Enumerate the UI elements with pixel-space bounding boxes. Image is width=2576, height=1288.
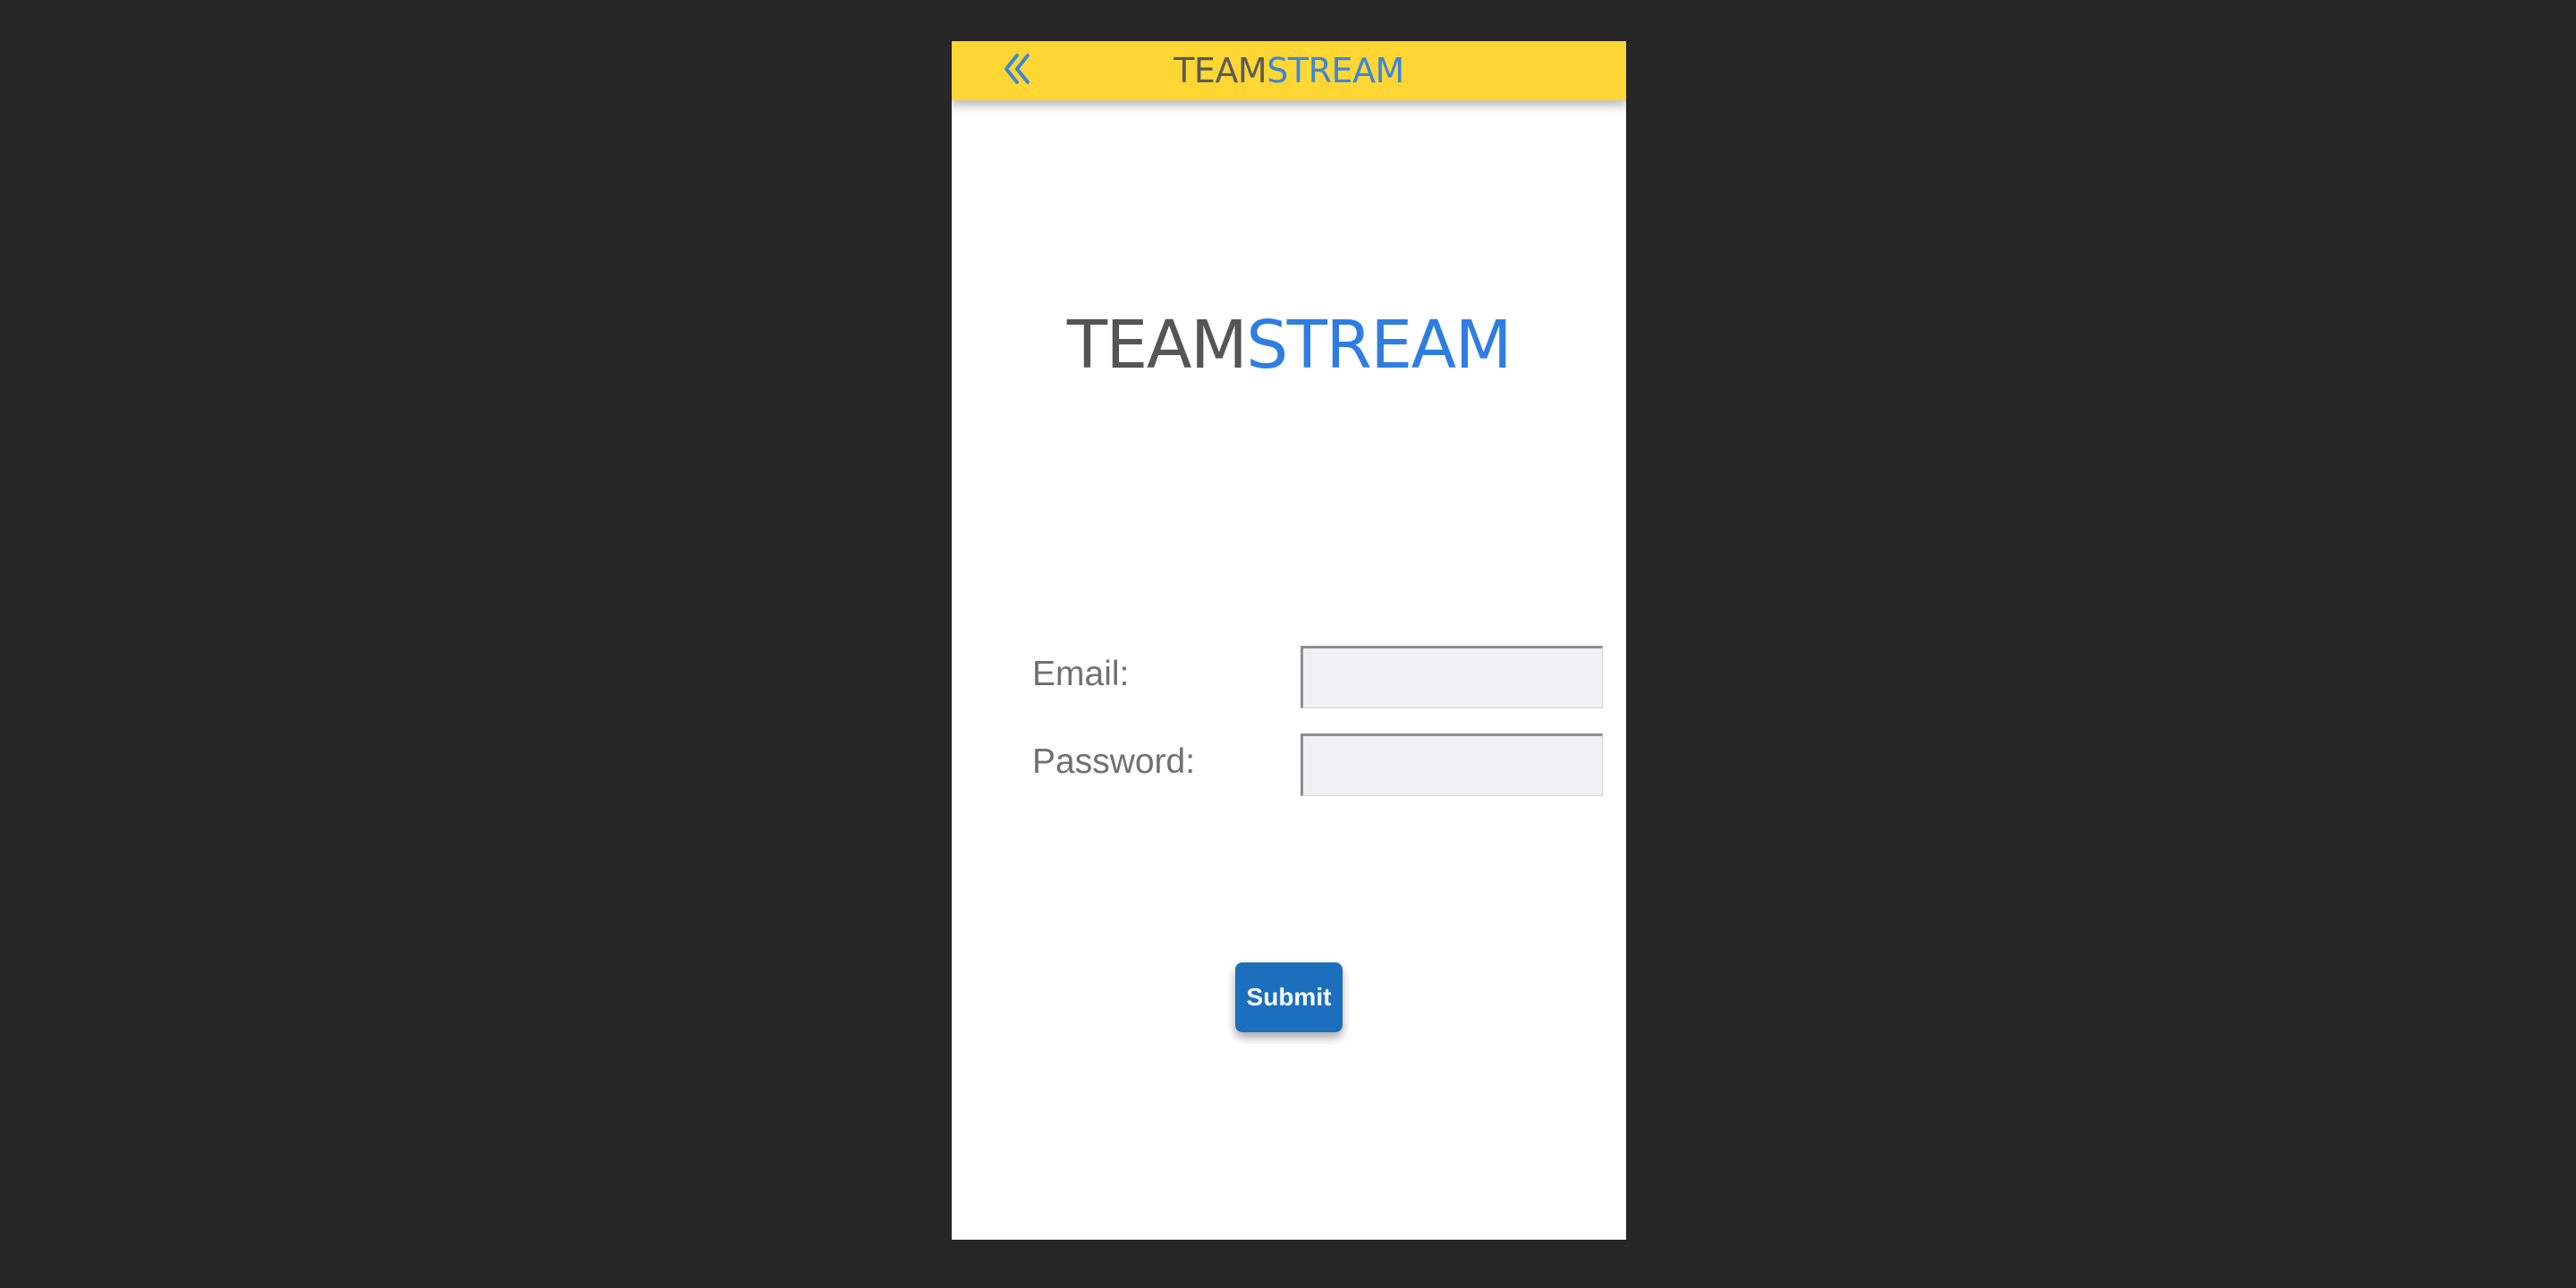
header-brand-stream: STREAM — [1267, 51, 1404, 90]
main-logo: TEAM STREAM — [952, 301, 1626, 390]
password-row: Password: — [1032, 733, 1605, 809]
header-brand-team: TEAM — [1174, 51, 1267, 90]
app-header: TEAM STREAM — [952, 41, 1626, 100]
page-background: TEAM STREAM TEAM STREAM Email: Password: S… — [0, 0, 2576, 1288]
email-field[interactable] — [1301, 646, 1603, 708]
logo-stream: STREAM — [1246, 307, 1512, 384]
app-screen: TEAM STREAM TEAM STREAM Email: Password: S… — [952, 41, 1626, 1240]
submit-button[interactable]: Submit — [1235, 962, 1343, 1032]
logo-team: TEAM — [1066, 307, 1248, 384]
email-label: Email: — [1032, 655, 1130, 693]
header-brand-title: TEAM STREAM — [952, 41, 1626, 100]
email-row: Email: — [1032, 646, 1605, 721]
password-field[interactable] — [1301, 733, 1603, 796]
password-label: Password: — [1032, 742, 1196, 781]
